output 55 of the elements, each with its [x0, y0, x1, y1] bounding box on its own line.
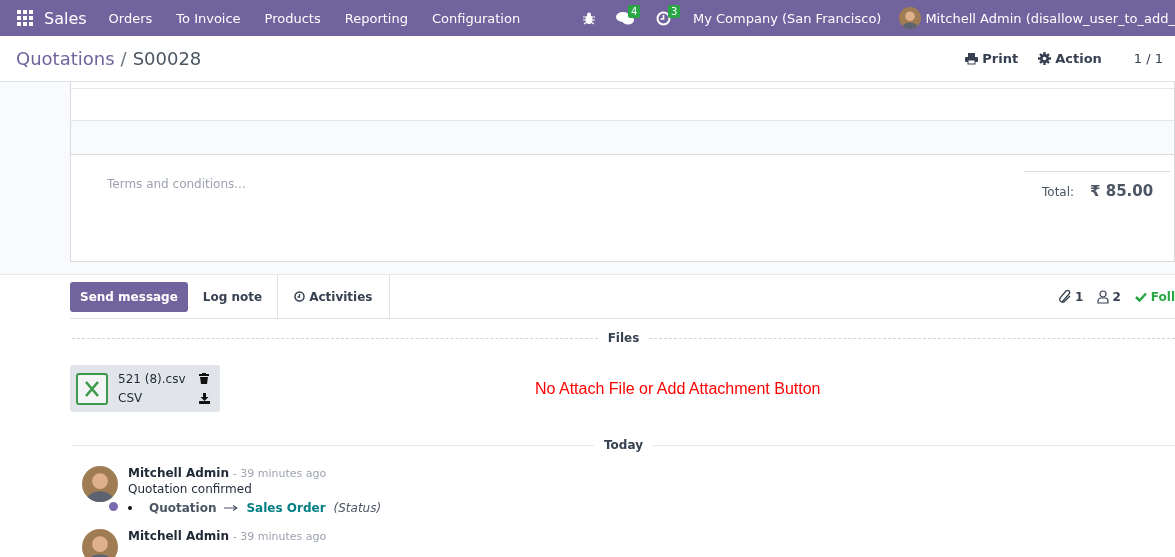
followers-counter[interactable]: 2	[1097, 275, 1121, 318]
company-switcher[interactable]: My Company (San Francisco)	[692, 10, 882, 26]
user-name[interactable]: Mitchell Admin (disallow_user_to_add_	[925, 10, 1175, 26]
message-body: Quotation confirmed	[128, 482, 253, 496]
clock-icon	[294, 291, 306, 302]
section-title: Files	[607, 331, 640, 345]
menu-item[interactable]: To Invoice	[176, 10, 241, 26]
activities-button[interactable]: Activities	[277, 275, 390, 318]
author-name[interactable]: Mitchell Admin	[128, 466, 230, 480]
file-type: CSV	[118, 391, 144, 405]
file-name: 521 (8).csv	[118, 372, 186, 386]
breadcrumb-separator: /	[120, 48, 127, 69]
attachments-counter[interactable]: 1	[1058, 275, 1084, 318]
message-count-badge: 4	[627, 4, 641, 18]
field-name: (Status)	[333, 501, 382, 515]
online-status-dot	[107, 500, 120, 513]
old-value: Quotation	[149, 501, 217, 515]
avatar-icon	[899, 7, 922, 29]
app-name[interactable]: Sales	[44, 8, 87, 28]
clock-icon[interactable]	[655, 10, 671, 26]
bullet-icon	[128, 506, 132, 510]
avatar-icon	[82, 529, 118, 557]
menu-item[interactable]: Reporting	[344, 10, 408, 26]
pager-value[interactable]: 1 / 1	[1133, 51, 1163, 66]
check-icon	[1134, 291, 1147, 302]
arrow-icon	[224, 505, 239, 511]
breadcrumb-link[interactable]: Quotations	[16, 48, 115, 69]
message-time: - 39 minutes ago	[232, 530, 327, 543]
message-time: - 39 minutes ago	[232, 467, 327, 480]
paperclip-icon	[1058, 289, 1073, 304]
menu-item[interactable]: Products	[264, 10, 321, 26]
menu-item[interactable]: Orders	[108, 10, 153, 26]
bug-icon[interactable]	[581, 11, 596, 25]
menu-item[interactable]: Configuration	[431, 10, 521, 26]
activity-count-badge: 3	[667, 4, 681, 18]
total-label: Total:	[1042, 185, 1075, 199]
spreadsheet-file-icon	[76, 372, 108, 405]
new-value: Sales Order	[246, 501, 326, 515]
total-amount: ₹ 85.00	[1090, 182, 1154, 200]
person-icon	[1097, 289, 1110, 304]
attachment-card[interactable]: 521 (8).csv CSV	[70, 365, 221, 412]
apps-menu-icon[interactable]	[17, 10, 33, 26]
follow-button[interactable]: Foll	[1134, 275, 1175, 318]
send-message-button[interactable]: Send message	[70, 282, 188, 312]
trash-icon[interactable]	[199, 373, 210, 384]
date-separator: Today	[604, 438, 643, 452]
print-icon	[965, 52, 979, 65]
print-button[interactable]: Print	[965, 51, 1019, 66]
action-button[interactable]: Action	[1038, 51, 1102, 66]
avatar-icon	[82, 466, 118, 502]
annotation-note: No Attach File or Add Attachment Button	[534, 379, 822, 398]
settings-icon	[1038, 52, 1052, 65]
download-icon[interactable]	[199, 393, 211, 404]
breadcrumb-current: S00028	[132, 48, 202, 69]
author-name[interactable]: Mitchell Admin	[128, 529, 230, 543]
